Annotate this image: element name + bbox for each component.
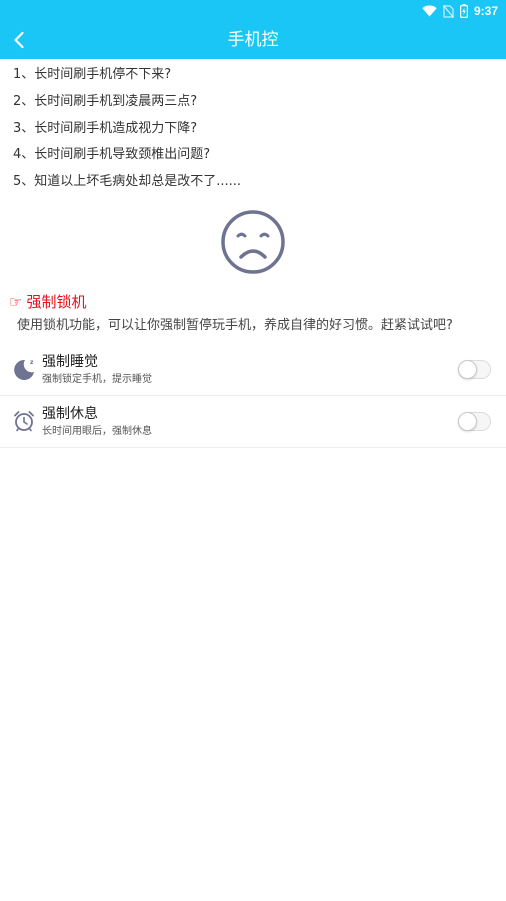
section-title: ☞ 强制锁机 [9,292,86,312]
no-sim-icon [443,4,454,18]
item-subtitle: 强制锁定手机，提示睡觉 [42,374,152,385]
force-sleep-toggle[interactable] [458,360,491,379]
toggle-knob [458,360,477,379]
item-label: 强制休息 [42,406,98,422]
status-bar: 9:37 [0,0,506,22]
app-toolbar: 手机控 [0,22,506,59]
question-item: 2、长时间刷手机到凌晨两三点? [13,93,198,109]
page-title: 手机控 [227,30,279,50]
battery-icon [459,4,468,18]
question-item: 5、知道以上坏毛病处却总是改不了...... [13,174,242,190]
section-description: 使用锁机功能，可以让你强制暂停玩手机，养成自律的好习惯。赶紧试试吧? [17,318,453,333]
sad-face-icon [221,210,285,274]
list-item-force-sleep[interactable]: z z 强制睡觉 强制锁定手机，提示睡觉 [0,344,506,396]
pointing-hand-icon: ☞ [9,293,23,311]
wifi-icon [422,5,437,17]
question-item: 4、长时间刷手机导致颈椎出问题? [13,147,211,163]
item-label: 强制睡觉 [42,354,98,370]
question-item: 3、长时间刷手机造成视力下降? [13,120,198,136]
status-icons: 9:37 [422,3,498,19]
question-item: 1、长时间刷手机停不下来? [13,67,172,82]
force-rest-toggle[interactable] [458,412,491,431]
status-time: 9:37 [473,4,498,18]
toggle-knob [458,412,477,431]
list-item-force-rest[interactable]: 强制休息 长时间用眼后，强制休息 [0,396,506,448]
chevron-left-icon [14,31,24,49]
section-title-text: 强制锁机 [26,293,87,311]
moon-sleep-icon: z z [14,359,35,380]
item-subtitle: 长时间用眼后，强制休息 [42,426,152,437]
svg-text:z: z [30,359,34,366]
back-button[interactable] [8,28,32,52]
alarm-clock-icon [14,411,34,432]
lock-options-list: z z 强制睡觉 强制锁定手机，提示睡觉 强制休息 长时间用眼后，强制休息 [0,344,506,448]
question-list: 1、长时间刷手机停不下来? 2、长时间刷手机到凌晨两三点? 3、长时间刷手机造成… [13,64,241,198]
